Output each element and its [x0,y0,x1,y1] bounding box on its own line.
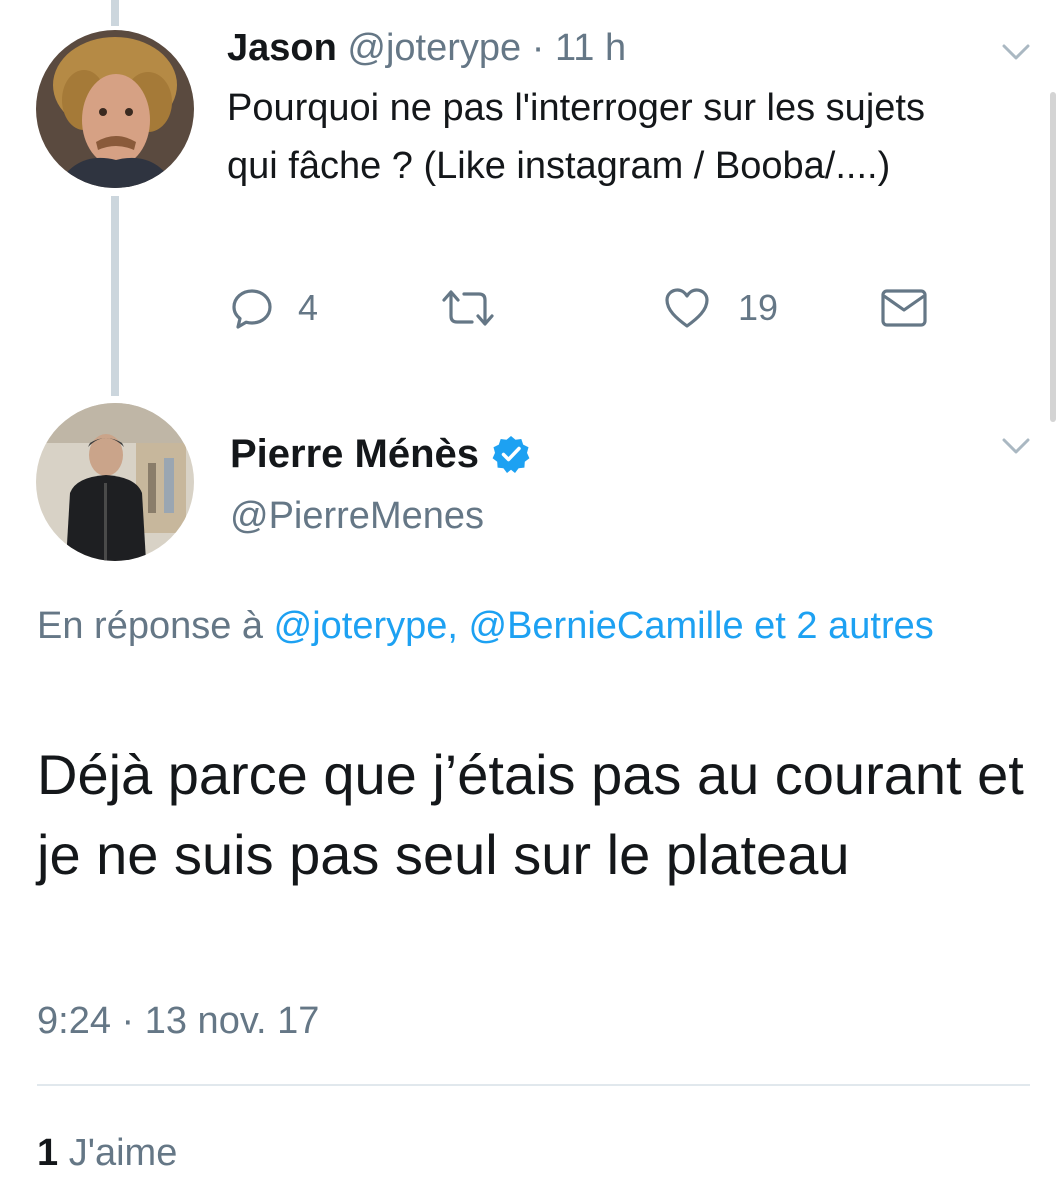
display-name[interactable]: Jason [227,27,337,69]
thread-connector [111,0,119,26]
dm-icon [880,288,928,328]
reply-prefix: En réponse à [37,605,264,647]
tweet-timestamp[interactable]: 9:24 · 13 nov. 17 [37,996,319,1046]
like-button[interactable]: 19 [664,280,778,336]
scrollbar[interactable] [1050,92,1056,422]
reply-icon [230,286,274,330]
retweet-button[interactable] [440,280,496,336]
tweet-author: Pierre Ménès [230,428,531,480]
likes-count: 1 [37,1132,59,1174]
tweet-text: Pourquoi ne pas l'interroger sur les suj… [227,87,925,187]
avatar[interactable] [36,30,194,188]
like-count: 19 [738,287,779,328]
retweet-icon [440,286,496,330]
display-name[interactable]: Pierre Ménès [230,428,479,480]
thread-connector [111,196,119,396]
relative-time[interactable]: 11 h [555,27,626,69]
tweet-thread: Jason @joterype · 11 h Pourquoi ne pas l… [0,0,1056,1200]
reply-count: 4 [298,287,319,328]
avatar[interactable] [36,403,194,561]
user-handle[interactable]: @PierreMenes [230,490,484,542]
separator: · [531,27,545,69]
chevron-down-icon[interactable] [1000,434,1032,458]
reply-context: En réponse à @joterype, @BernieCamille e… [37,597,997,655]
chevron-down-icon[interactable] [1000,40,1032,64]
divider [37,1084,1030,1086]
avatar-pierre-image [36,403,194,561]
tweet-header: Jason @joterype · 11 h [227,24,626,72]
likes-label: J'aime [68,1132,178,1174]
reply-mentions-link[interactable]: @joterype, @BernieCamille et 2 autres [274,605,934,647]
tweet-text: Déjà parce que j’étais pas au courant et… [37,743,1024,886]
reply-button[interactable]: 4 [230,280,318,336]
user-handle[interactable]: @joterype [347,27,521,69]
likes-summary[interactable]: 1 J'aime [37,1128,177,1178]
verified-badge-icon [491,434,531,474]
heart-icon [664,287,710,329]
avatar-jason-image [36,30,194,188]
direct-message-button[interactable] [880,280,928,336]
